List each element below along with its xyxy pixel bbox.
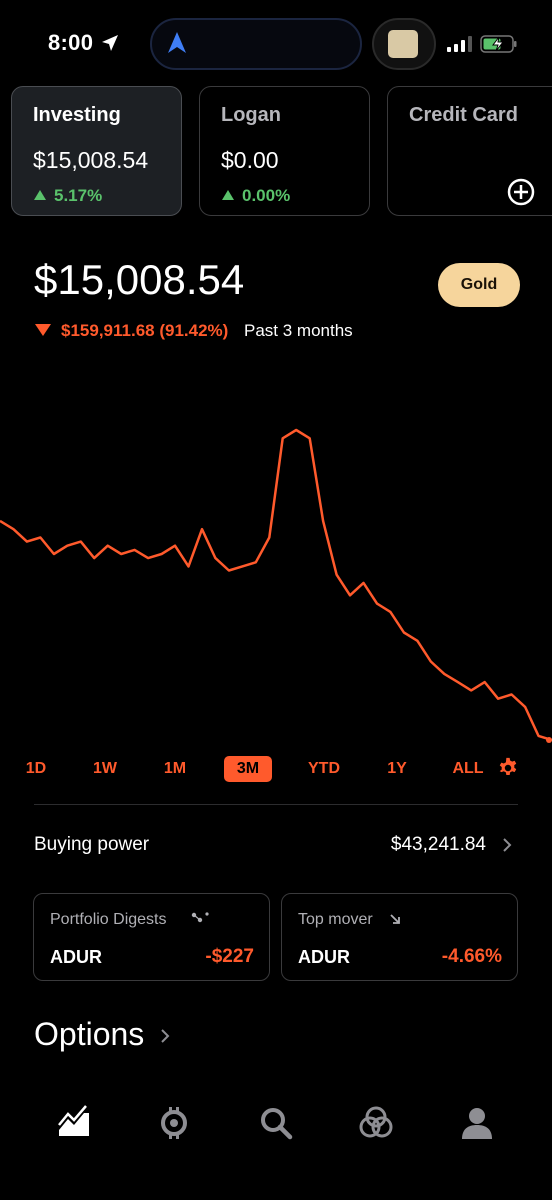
- card-title: Top mover: [298, 911, 373, 928]
- account-name: Credit Card: [409, 104, 518, 126]
- range-3m[interactable]: 3M: [224, 756, 272, 782]
- gear-icon[interactable]: [497, 757, 519, 779]
- account-change: 5.17%: [34, 186, 102, 206]
- portfolio-digests-card[interactable]: Portfolio Digests ADUR -$227: [33, 893, 270, 981]
- top-mover-card[interactable]: Top mover ADUR -4.66%: [281, 893, 518, 981]
- chart-icon[interactable]: [56, 1105, 92, 1141]
- chart-end-dot: [546, 737, 552, 743]
- crypto-icon[interactable]: [358, 1105, 394, 1141]
- account-value: $0.00: [221, 147, 279, 173]
- options-section-title[interactable]: Options: [34, 1016, 144, 1053]
- card-symbol: ADUR: [298, 947, 350, 967]
- account-value: $15,008.54: [33, 147, 149, 173]
- battery-charging-icon: [480, 35, 517, 53]
- arrow-down-right-icon: [390, 914, 400, 924]
- card-value: -4.66%: [441, 946, 502, 967]
- card-title: Portfolio Digests: [50, 911, 167, 928]
- range-1y[interactable]: 1Y: [381, 756, 413, 782]
- account-name: Logan: [221, 104, 281, 126]
- chevron-right-icon[interactable]: [158, 1025, 172, 1047]
- cellular-signal-icon: [447, 36, 472, 52]
- buying-power-value[interactable]: $43,241.84: [340, 834, 486, 856]
- range-all[interactable]: ALL: [448, 756, 488, 782]
- up-triangle-icon: [34, 190, 46, 200]
- gold-button[interactable]: Gold: [438, 263, 520, 307]
- portfolio-change: $159,911.68 (91.42%): [61, 321, 229, 340]
- card-symbol: ADUR: [50, 947, 102, 967]
- wallet-card-thumbnail: [388, 30, 418, 58]
- account-card-investing[interactable]: Investing $15,008.54 5.17%: [11, 86, 182, 216]
- location-arrow-icon: [102, 35, 118, 51]
- buying-power-label[interactable]: Buying power: [34, 834, 149, 856]
- range-1w[interactable]: 1W: [88, 756, 122, 782]
- sparkle-icon: [191, 912, 209, 923]
- down-triangle-icon: [35, 324, 51, 336]
- add-circle-icon[interactable]: [507, 178, 535, 206]
- card-value: -$227: [205, 946, 254, 967]
- range-1d[interactable]: 1D: [20, 756, 52, 782]
- navigation-arrow-icon: [168, 32, 186, 53]
- range-ytd[interactable]: YTD: [303, 756, 345, 782]
- portfolio-value: $15,008.54: [34, 256, 245, 303]
- divider: [34, 804, 518, 805]
- status-time: 8:00: [48, 30, 94, 55]
- browse-icon[interactable]: [156, 1105, 192, 1141]
- search-icon[interactable]: [258, 1105, 294, 1141]
- account-card-logan[interactable]: Logan $0.00 0.00%: [199, 86, 370, 216]
- account-name: Investing: [33, 104, 121, 126]
- portfolio-period: Past 3 months: [244, 321, 353, 340]
- account-change: 0.00%: [222, 186, 290, 206]
- account-card-credit-card[interactable]: Credit Card: [387, 86, 552, 216]
- range-1m[interactable]: 1M: [158, 756, 192, 782]
- up-triangle-icon: [222, 190, 234, 200]
- chart-line-series: [0, 428, 552, 742]
- chevron-right-icon[interactable]: [500, 836, 514, 854]
- account-icon[interactable]: [459, 1105, 495, 1141]
- portfolio-chart[interactable]: [0, 380, 552, 760]
